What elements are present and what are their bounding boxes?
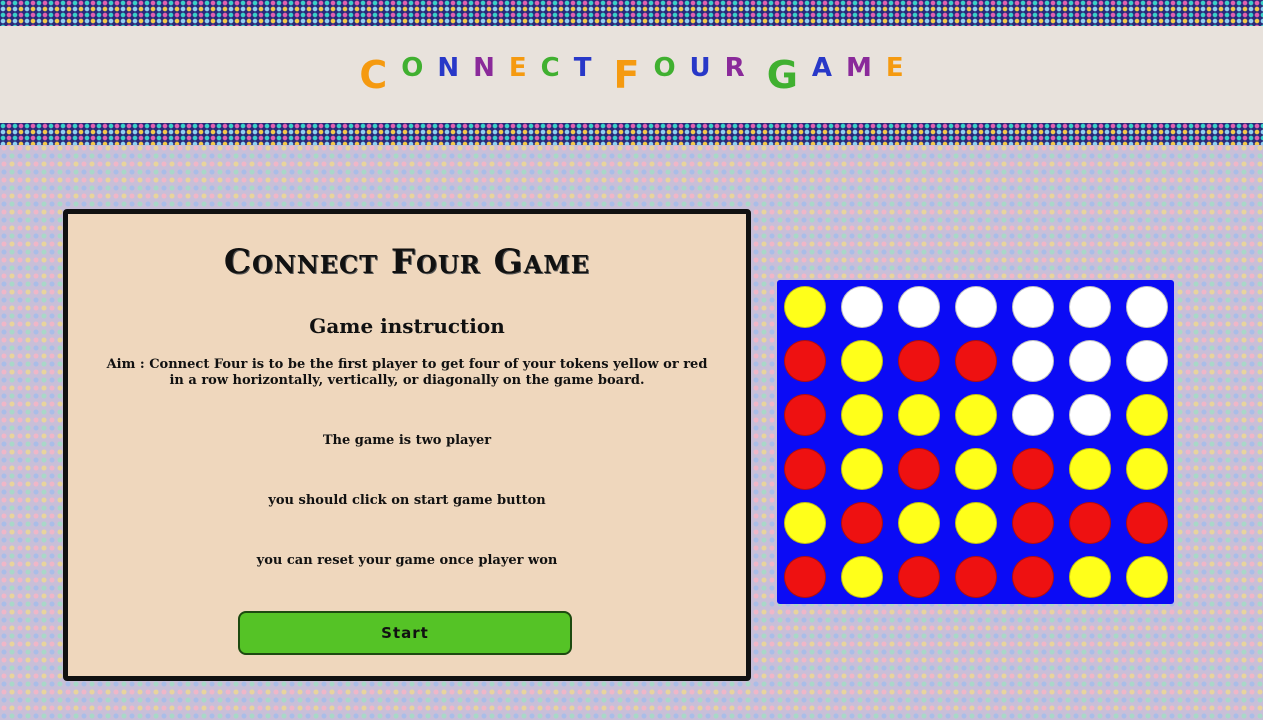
board-cell-yellow[interactable]: [1126, 394, 1168, 436]
site-title-letter: a: [811, 52, 833, 83]
site-title-letter: m: [846, 52, 872, 83]
reset-hint-text: you can reset your game once player won: [256, 553, 558, 568]
board-cell-red[interactable]: [784, 340, 826, 382]
board-cell-red[interactable]: [784, 394, 826, 436]
start-button[interactable]: Start: [238, 611, 572, 655]
board-cell-yellow[interactable]: [898, 502, 940, 544]
board-cell-empty[interactable]: [1126, 340, 1168, 382]
site-title-letter: C: [359, 52, 388, 97]
board-cell-empty[interactable]: [841, 286, 883, 328]
site-title-letter: u: [689, 52, 711, 83]
site-title-letter: e: [885, 52, 904, 83]
board-cell-empty[interactable]: [1012, 286, 1054, 328]
board-cell-empty[interactable]: [1069, 286, 1111, 328]
board-cell-red[interactable]: [898, 556, 940, 598]
aim-text: Aim : Connect Four is to be the first pl…: [106, 357, 708, 388]
game-board[interactable]: [777, 280, 1174, 604]
panel-title: Connect Four Game: [223, 242, 591, 282]
board-cell-red[interactable]: [898, 340, 940, 382]
board-cell-red[interactable]: [784, 448, 826, 490]
board-cell-red[interactable]: [1012, 502, 1054, 544]
board-cell-yellow[interactable]: [841, 448, 883, 490]
board-cell-red[interactable]: [955, 556, 997, 598]
site-title-letter: e: [508, 52, 527, 83]
site-title-letter: n: [437, 52, 460, 83]
start-hint-text: you should click on start game button: [268, 493, 546, 508]
board-cell-empty[interactable]: [1069, 340, 1111, 382]
board-cell-yellow[interactable]: [955, 502, 997, 544]
board-cell-red[interactable]: [841, 502, 883, 544]
decorative-top-band: [0, 0, 1263, 26]
instruction-panel: Connect Four Game Game instruction Aim :…: [63, 209, 751, 681]
board-cell-yellow[interactable]: [1069, 448, 1111, 490]
board-cell-yellow[interactable]: [1126, 448, 1168, 490]
board-cell-red[interactable]: [1126, 502, 1168, 544]
site-title-letter: c: [540, 52, 560, 83]
board-cell-red[interactable]: [898, 448, 940, 490]
board-cell-red[interactable]: [784, 556, 826, 598]
site-title-letter: r: [724, 52, 745, 83]
board-cell-empty[interactable]: [955, 286, 997, 328]
board-cell-red[interactable]: [1012, 448, 1054, 490]
site-title-letter: n: [473, 52, 495, 83]
board-cell-empty[interactable]: [1126, 286, 1168, 328]
board-cell-red[interactable]: [955, 340, 997, 382]
site-title-letter: G: [766, 52, 798, 97]
site-title-letter: t: [573, 52, 592, 83]
board-cell-yellow[interactable]: [784, 502, 826, 544]
board-cell-yellow[interactable]: [841, 340, 883, 382]
board-cell-red[interactable]: [1012, 556, 1054, 598]
decorative-bottom-band: [0, 123, 1263, 145]
board-cell-yellow[interactable]: [841, 394, 883, 436]
instruction-heading: Game instruction: [309, 314, 505, 338]
board-cell-yellow[interactable]: [955, 394, 997, 436]
site-title-letter: F: [613, 52, 640, 97]
site-title: ConnectFourGame: [359, 53, 903, 97]
board-cell-yellow[interactable]: [841, 556, 883, 598]
site-header: ConnectFourGame: [0, 26, 1263, 123]
board-cell-empty[interactable]: [1012, 394, 1054, 436]
board-cell-empty[interactable]: [1069, 394, 1111, 436]
board-cell-empty[interactable]: [898, 286, 940, 328]
board-cell-red[interactable]: [1069, 502, 1111, 544]
board-cell-empty[interactable]: [1012, 340, 1054, 382]
board-cell-yellow[interactable]: [1126, 556, 1168, 598]
site-title-letter: o: [653, 52, 676, 83]
board-cell-yellow[interactable]: [898, 394, 940, 436]
site-title-letter: o: [401, 52, 424, 83]
board-cell-yellow[interactable]: [1069, 556, 1111, 598]
board-cell-yellow[interactable]: [955, 448, 997, 490]
board-cell-yellow[interactable]: [784, 286, 826, 328]
two-player-text: The game is two player: [322, 433, 492, 448]
